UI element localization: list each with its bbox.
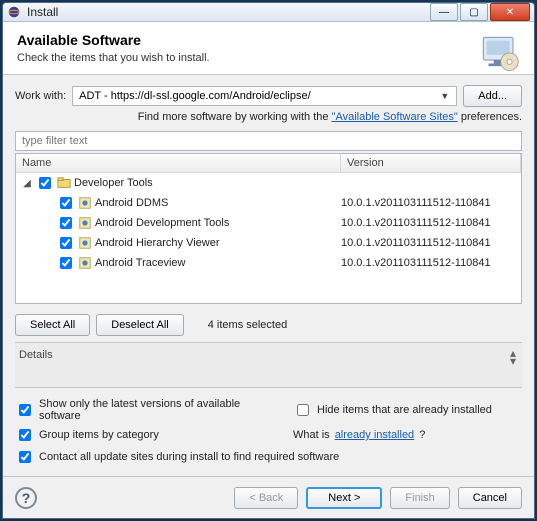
eclipse-icon (7, 5, 21, 19)
details-panel: Details ▴▾ (15, 342, 522, 388)
selection-status: 4 items selected (208, 319, 287, 331)
expand-details-icon[interactable]: ▴▾ (510, 349, 516, 365)
option-hide-installed[interactable]: Hide items that are already installed (293, 398, 492, 422)
feature-icon (78, 196, 92, 210)
wizard-header: Available Software Check the items that … (3, 22, 534, 75)
select-all-button[interactable]: Select All (15, 314, 90, 336)
tree-item-row[interactable]: Android DDMS 10.0.1.v201103111512-110841 (16, 193, 521, 213)
chevron-down-icon[interactable]: ▼ (437, 91, 452, 101)
feature-icon (78, 256, 92, 270)
item-version: 10.0.1.v201103111512-110841 (341, 197, 521, 209)
workwith-label: Work with: (15, 90, 66, 102)
window-title: Install (27, 5, 430, 19)
column-name[interactable]: Name (16, 154, 341, 172)
tree-item-row[interactable]: Android Traceview 10.0.1.v201103111512-1… (16, 253, 521, 273)
workwith-combo[interactable]: ▼ (72, 86, 457, 106)
cancel-button[interactable]: Cancel (458, 487, 522, 509)
filter-input[interactable] (15, 131, 522, 151)
item-version: 10.0.1.v201103111512-110841 (341, 217, 521, 229)
add-site-button[interactable]: Add... (463, 85, 522, 107)
item-version: 10.0.1.v201103111512-110841 (341, 237, 521, 249)
option-latest[interactable]: Show only the latest versions of availab… (15, 398, 265, 422)
back-button[interactable]: < Back (234, 487, 298, 509)
install-icon (478, 32, 520, 74)
help-button[interactable]: ? (15, 487, 37, 509)
expand-icon[interactable]: ◢ (22, 178, 32, 188)
workwith-input[interactable] (77, 89, 437, 103)
option-contact-sites[interactable]: Contact all update sites during install … (15, 448, 522, 466)
deselect-all-button[interactable]: Deselect All (96, 314, 183, 336)
feature-icon (78, 216, 92, 230)
item-version: 10.0.1.v201103111512-110841 (341, 257, 521, 269)
item-checkbox[interactable] (60, 237, 72, 249)
page-subtitle: Check the items that you wish to install… (17, 52, 520, 64)
sites-hint: Find more software by working with the "… (15, 111, 522, 123)
tree-group-row[interactable]: ◢ Developer Tools (16, 173, 521, 193)
item-label: Android Hierarchy Viewer (95, 237, 220, 249)
group-label: Developer Tools (74, 177, 153, 189)
item-checkbox[interactable] (60, 217, 72, 229)
item-label: Android DDMS (95, 197, 168, 209)
column-version[interactable]: Version (341, 154, 521, 172)
available-sites-link[interactable]: "Available Software Sites" (332, 111, 458, 123)
item-label: Android Development Tools (95, 217, 229, 229)
next-button[interactable]: Next > (306, 487, 382, 509)
minimize-button[interactable]: — (430, 3, 458, 21)
page-title: Available Software (17, 32, 520, 48)
feature-icon (78, 236, 92, 250)
item-label: Android Traceview (95, 257, 186, 269)
already-installed-link[interactable]: already installed (335, 429, 415, 441)
tree-item-row[interactable]: Android Development Tools 10.0.1.v201103… (16, 213, 521, 233)
titlebar[interactable]: Install — ▢ ✕ (3, 3, 534, 22)
already-installed-hint: What is already installed? (293, 426, 425, 444)
software-tree: Name Version ◢ Developer Tools (15, 153, 522, 304)
maximize-button[interactable]: ▢ (460, 3, 488, 21)
finish-button[interactable]: Finish (390, 487, 449, 509)
item-checkbox[interactable] (60, 257, 72, 269)
category-icon (57, 176, 71, 190)
tree-item-row[interactable]: Android Hierarchy Viewer 10.0.1.v2011031… (16, 233, 521, 253)
group-checkbox[interactable] (39, 177, 51, 189)
details-label: Details (19, 349, 53, 361)
close-button[interactable]: ✕ (490, 3, 530, 21)
option-group[interactable]: Group items by category (15, 426, 265, 444)
item-checkbox[interactable] (60, 197, 72, 209)
